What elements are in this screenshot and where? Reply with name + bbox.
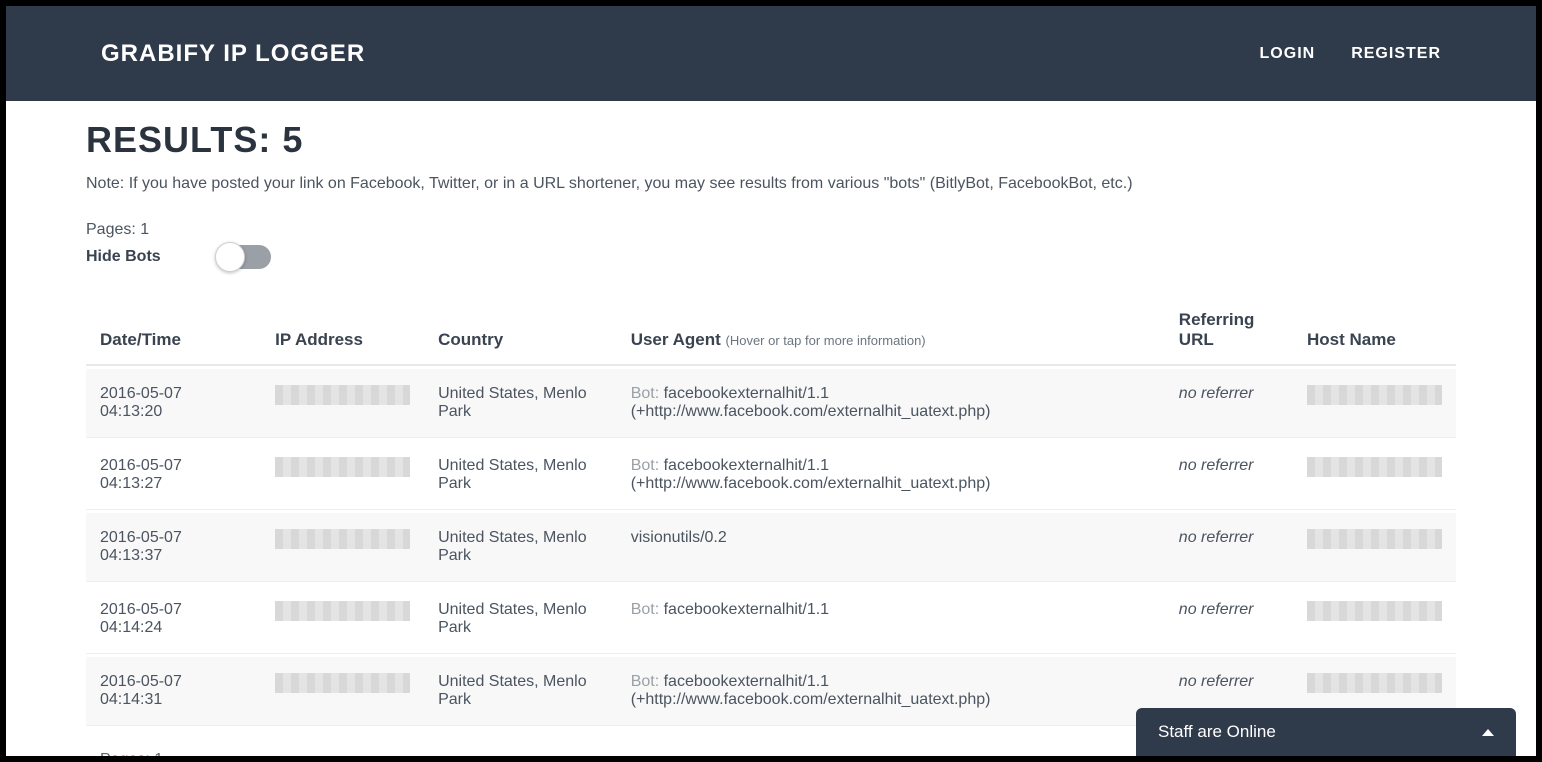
chevron-up-icon [1482, 729, 1494, 736]
col-header-hostname: Host Name [1293, 288, 1456, 366]
redacted-ip [275, 457, 410, 477]
cell-datetime: 2016-05-07 04:13:27 [86, 441, 261, 510]
results-note: Note: If you have posted your link on Fa… [86, 175, 1456, 193]
results-table: Date/Time IP Address Country User Agent … [86, 285, 1456, 729]
col-header-datetime: Date/Time [86, 288, 261, 366]
cell-country: United States, Menlo Park [424, 513, 617, 582]
chat-widget-label: Staff are Online [1158, 722, 1276, 742]
cell-ip [261, 513, 424, 582]
hide-bots-toggle[interactable] [221, 245, 271, 269]
cell-ip [261, 441, 424, 510]
brand-title: GRABIFY IP LOGGER [101, 40, 365, 68]
hide-bots-label: Hide Bots [86, 248, 161, 266]
col-header-ua-text: User Agent [631, 330, 721, 349]
bot-prefix: Bot: [631, 385, 664, 402]
cell-referring: no referrer [1165, 441, 1293, 510]
redacted-ip [275, 385, 410, 405]
register-link[interactable]: REGISTER [1351, 45, 1441, 63]
bot-prefix: Bot: [631, 673, 664, 690]
col-header-ua-hint: (Hover or tap for more information) [726, 333, 926, 348]
header-bar: GRABIFY IP LOGGER LOGIN REGISTER [6, 6, 1536, 101]
chat-widget[interactable]: Staff are Online [1136, 708, 1516, 756]
useragent-text: visionutils/0.2 [631, 529, 727, 546]
redacted-ip [275, 529, 410, 549]
cell-ip [261, 369, 424, 438]
cell-country: United States, Menlo Park [424, 585, 617, 654]
cell-datetime: 2016-05-07 04:14:31 [86, 657, 261, 726]
main-content: RESULTS: 5 Note: If you have posted your… [6, 101, 1536, 756]
cell-country: United States, Menlo Park [424, 441, 617, 510]
cell-hostname [1293, 369, 1456, 438]
cell-useragent[interactable]: visionutils/0.2 [617, 513, 1165, 582]
bot-prefix: Bot: [631, 457, 664, 474]
table-row: 2016-05-07 04:13:37 United States, Menlo … [86, 513, 1456, 582]
cell-country: United States, Menlo Park [424, 657, 617, 726]
hide-bots-row: Hide Bots [86, 245, 1456, 269]
results-heading: RESULTS: 5 [86, 119, 1456, 161]
pages-top: Pages: 1 [86, 221, 1456, 239]
cell-referring: no referrer [1165, 585, 1293, 654]
cell-useragent[interactable]: Bot: facebookexternalhit/1.1 (+http://ww… [617, 441, 1165, 510]
redacted-host [1307, 673, 1442, 693]
cell-useragent[interactable]: Bot: facebookexternalhit/1.1 (+http://ww… [617, 657, 1165, 726]
redacted-ip [275, 601, 410, 621]
table-row: 2016-05-07 04:13:27 United States, Menlo … [86, 441, 1456, 510]
cell-hostname [1293, 441, 1456, 510]
table-header-row: Date/Time IP Address Country User Agent … [86, 288, 1456, 366]
cell-referring: no referrer [1165, 369, 1293, 438]
cell-datetime: 2016-05-07 04:14:24 [86, 585, 261, 654]
cell-useragent[interactable]: Bot: facebookexternalhit/1.1 (+http://ww… [617, 369, 1165, 438]
redacted-host [1307, 457, 1442, 477]
cell-datetime: 2016-05-07 04:13:37 [86, 513, 261, 582]
login-link[interactable]: LOGIN [1260, 45, 1316, 63]
useragent-text: facebookexternalhit/1.1 [664, 601, 829, 618]
bot-prefix: Bot: [631, 601, 664, 618]
col-header-country: Country [424, 288, 617, 366]
col-header-ip: IP Address [261, 288, 424, 366]
cell-referring: no referrer [1165, 513, 1293, 582]
cell-ip [261, 657, 424, 726]
cell-ip [261, 585, 424, 654]
useragent-text: facebookexternalhit/1.1 (+http://www.fac… [631, 385, 991, 420]
useragent-text: facebookexternalhit/1.1 (+http://www.fac… [631, 457, 991, 492]
cell-country: United States, Menlo Park [424, 369, 617, 438]
redacted-ip [275, 673, 410, 693]
cell-useragent[interactable]: Bot: facebookexternalhit/1.1 [617, 585, 1165, 654]
useragent-text: facebookexternalhit/1.1 (+http://www.fac… [631, 673, 991, 708]
table-row: 2016-05-07 04:13:20 United States, Menlo … [86, 369, 1456, 438]
redacted-host [1307, 601, 1442, 621]
table-row: 2016-05-07 04:14:24 United States, Menlo … [86, 585, 1456, 654]
col-header-referring: Referring URL [1165, 288, 1293, 366]
nav-links: LOGIN REGISTER [1260, 45, 1441, 63]
cell-datetime: 2016-05-07 04:13:20 [86, 369, 261, 438]
toggle-knob [215, 242, 245, 272]
redacted-host [1307, 529, 1442, 549]
cell-hostname [1293, 513, 1456, 582]
cell-hostname [1293, 585, 1456, 654]
redacted-host [1307, 385, 1442, 405]
col-header-useragent: User Agent (Hover or tap for more inform… [617, 288, 1165, 366]
